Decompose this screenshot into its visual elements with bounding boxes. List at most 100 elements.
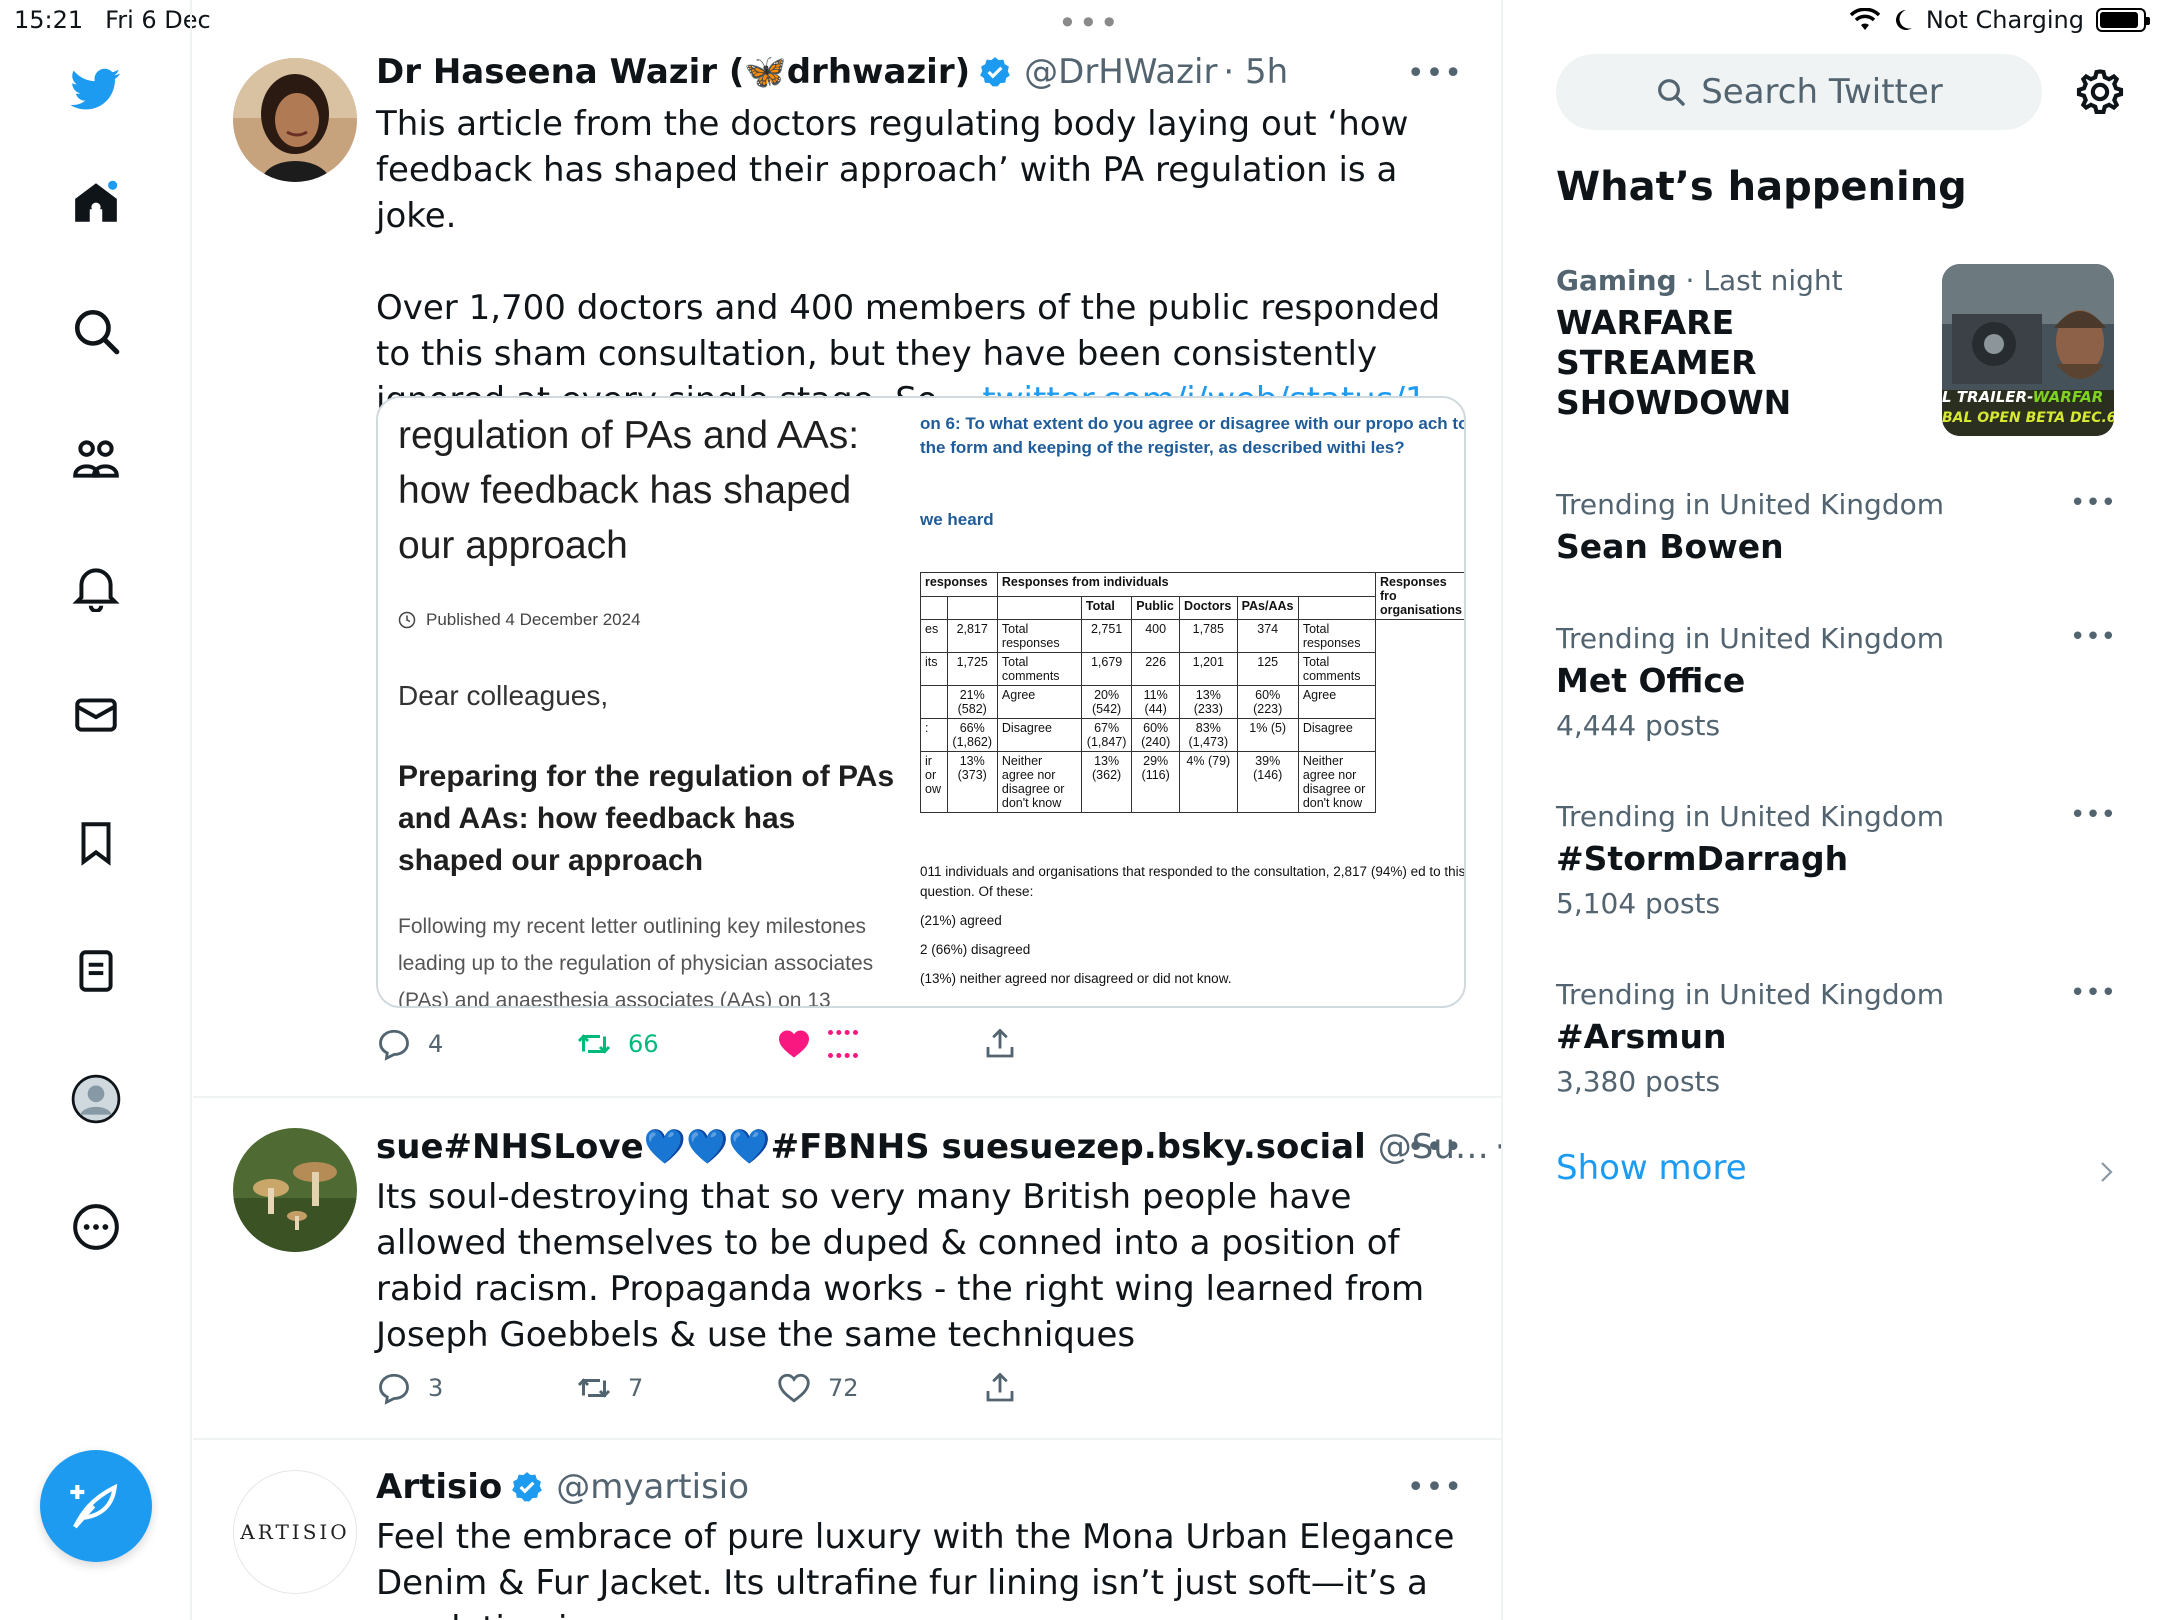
trend-item[interactable]: Trending in United Kingdom Met Office 4,… — [1556, 622, 2116, 742]
tweet-header: Dr Haseena Wazir (🦋drhwazir) @DrHWazir ·… — [376, 52, 1288, 92]
survey-note: 2 (66%) disagreed — [920, 942, 1031, 957]
more-options-icon[interactable]: ••• — [1407, 56, 1463, 91]
table-cell: 11% (44) — [1131, 685, 1181, 719]
share-button[interactable] — [982, 1370, 1182, 1406]
search-input[interactable]: Search Twitter — [1556, 54, 2042, 130]
survey-note: (13%) neither agreed nor disagreed or di… — [920, 971, 1232, 986]
avatar[interactable]: ARTISIO — [233, 1470, 357, 1594]
table-subheader: PAs/AAs — [1236, 595, 1299, 620]
author-name[interactable]: sue#NHSLove💙💙💙#FBNHS suesuezep.bsky.soci… — [376, 1127, 1366, 1167]
more-icon[interactable] — [65, 1196, 127, 1258]
trend-thumbnail[interactable]: L TRAILER-WARFAR BAL OPEN BETA DEC.6 — [1942, 264, 2114, 436]
search-icon[interactable] — [65, 300, 127, 362]
table-cell: 29% (116) — [1131, 751, 1181, 813]
article-subtitle: Preparing for the regulation of PAs and … — [398, 760, 895, 877]
heart-filled-icon — [779, 1030, 809, 1058]
survey-note: 011 individuals and organisations that r… — [920, 864, 1466, 899]
table-cell: Disagree — [996, 718, 1082, 752]
tweet-suesuezep[interactable]: sue#NHSLove💙💙💙#FBNHS suesuezep.bsky.soci… — [193, 1098, 1501, 1440]
trend-item[interactable]: Trending in United Kingdom Sean Bowen ••… — [1556, 488, 2116, 567]
survey-notes: 011 individuals and organisations that r… — [920, 862, 1466, 998]
trend-title: #Arsmun — [1556, 1017, 1727, 1056]
trend-title: Sean Bowen — [1556, 527, 1784, 566]
timeline: Dr Haseena Wazir (🦋drhwazir) @DrHWazir ·… — [193, 0, 1503, 1620]
trend-more-icon[interactable]: ••• — [2070, 800, 2116, 830]
tweet-time[interactable]: · 5h — [1223, 52, 1288, 92]
trend-item[interactable]: Gaming · Last night WARFARE STREAMER SHO… — [1556, 264, 1936, 423]
trend-category: Gaming — [1556, 264, 1677, 297]
avatar[interactable] — [233, 58, 357, 182]
table-cell: 60% (223) — [1236, 685, 1299, 719]
home-icon[interactable] — [65, 172, 127, 234]
table-cell: Total responses — [1297, 619, 1377, 653]
author-name[interactable]: Artisio — [376, 1467, 502, 1507]
table-cell: 374 — [1236, 619, 1299, 653]
trend-more-icon[interactable]: ••• — [2070, 488, 2116, 518]
avatar[interactable] — [233, 1128, 357, 1252]
tweet-drhwazir[interactable]: Dr Haseena Wazir (🦋drhwazir) @DrHWazir ·… — [193, 0, 1501, 1098]
trend-more-icon[interactable]: ••• — [2070, 622, 2116, 652]
tweet-text: This article from the doctors regulating… — [376, 101, 1476, 423]
table-cell: 83% (1,473) — [1179, 718, 1238, 752]
twitter-logo-icon[interactable] — [65, 58, 127, 120]
reply-icon — [379, 1029, 409, 1061]
trend-more-icon[interactable]: ••• — [2070, 978, 2116, 1008]
trend-category: Trending in United Kingdom — [1556, 978, 1944, 1011]
thumbnail-caption-2: BAL OPEN BETA DEC.6 — [1942, 410, 2114, 426]
retweet-count: 7 — [628, 1374, 644, 1402]
like-button[interactable]: 444 — [776, 1026, 982, 1062]
bookmark-icon[interactable] — [65, 812, 127, 874]
trend-posts: 3,380 posts — [1556, 1065, 1721, 1098]
table-cell: 60% (240) — [1131, 718, 1181, 752]
reply-count: 4 — [428, 1030, 444, 1058]
gear-icon[interactable] — [2074, 66, 2126, 118]
article-paragraph: Following my recent letter outlining key… — [398, 915, 874, 1008]
table-cell: 2,751 — [1080, 619, 1133, 653]
like-count: 444 — [828, 1030, 858, 1058]
profile-icon[interactable] — [65, 1068, 127, 1130]
author-name[interactable]: Dr Haseena Wazir (🦋drhwazir) — [376, 52, 970, 92]
more-options-icon[interactable]: ••• — [1407, 1130, 1463, 1165]
table-cell: 1% (5) — [1236, 718, 1299, 752]
whats-happening-heading: What’s happening — [1556, 164, 1967, 210]
right-sidebar: Search Twitter What’s happening Gaming ·… — [1504, 0, 2160, 1620]
reply-button[interactable]: 4 — [376, 1026, 576, 1062]
tweet-artisio[interactable]: ARTISIO Artisio @myartisio ••• Feel the … — [193, 1440, 1501, 1620]
tweet-time[interactable]: · 3h — [1495, 1127, 1501, 1167]
reply-button[interactable]: 3 — [376, 1370, 576, 1406]
tweet-media-image[interactable]: regulation of PAs and AAs: how feedback … — [376, 396, 1466, 1008]
share-button[interactable] — [982, 1026, 1182, 1062]
retweet-button[interactable]: 7 — [576, 1370, 776, 1406]
table-cell: 2,817 — [946, 619, 998, 653]
bell-icon[interactable] — [65, 556, 127, 618]
tweet-actions: 3 7 72 — [376, 1370, 1182, 1406]
article-published: Published 4 December 2024 — [398, 610, 641, 630]
tweet-text: Its soul-destroying that so very many Br… — [376, 1177, 1425, 1355]
table-row: ir or ow 13% (373) Neither agree nor dis… — [920, 751, 1465, 813]
chevron-right-icon — [2101, 1162, 2113, 1182]
avatar-wordmark: ARTISIO — [240, 1520, 350, 1544]
retweet-icon — [577, 1034, 611, 1054]
lists-icon[interactable] — [65, 940, 127, 1002]
author-handle[interactable]: @DrHWazir — [1024, 52, 1217, 92]
share-icon — [986, 1372, 1014, 1402]
trend-item[interactable]: Trending in United Kingdom #StormDarragh… — [1556, 800, 2116, 920]
table-cell: 20% (542) — [1080, 685, 1133, 719]
thumbnail-caption-part: L TRAILER- — [1942, 388, 2033, 406]
mail-icon[interactable] — [65, 684, 127, 746]
survey-note: (21%) agreed — [920, 913, 1002, 928]
table-header: Responses from individuals — [996, 572, 1377, 597]
table-cell — [920, 685, 948, 719]
trend-title: WARFARE STREAMER SHOWDOWN — [1556, 303, 1792, 422]
survey-heard-label: we heard — [920, 510, 994, 529]
retweet-button[interactable]: 66 — [576, 1026, 776, 1062]
more-options-icon[interactable]: ••• — [1407, 1470, 1463, 1505]
table-cell: Disagree — [1297, 718, 1377, 752]
trend-item[interactable]: Trending in United Kingdom #Arsmun 3,380… — [1556, 978, 2116, 1098]
show-more-link[interactable]: Show more — [1556, 1148, 1747, 1188]
compose-button[interactable] — [40, 1450, 152, 1562]
survey-screenshot: on 6: To what extent do you agree or dis… — [908, 398, 1466, 1006]
communities-icon[interactable] — [65, 428, 127, 490]
author-handle[interactable]: @myartisio — [556, 1467, 749, 1507]
like-button[interactable]: 72 — [776, 1370, 982, 1406]
